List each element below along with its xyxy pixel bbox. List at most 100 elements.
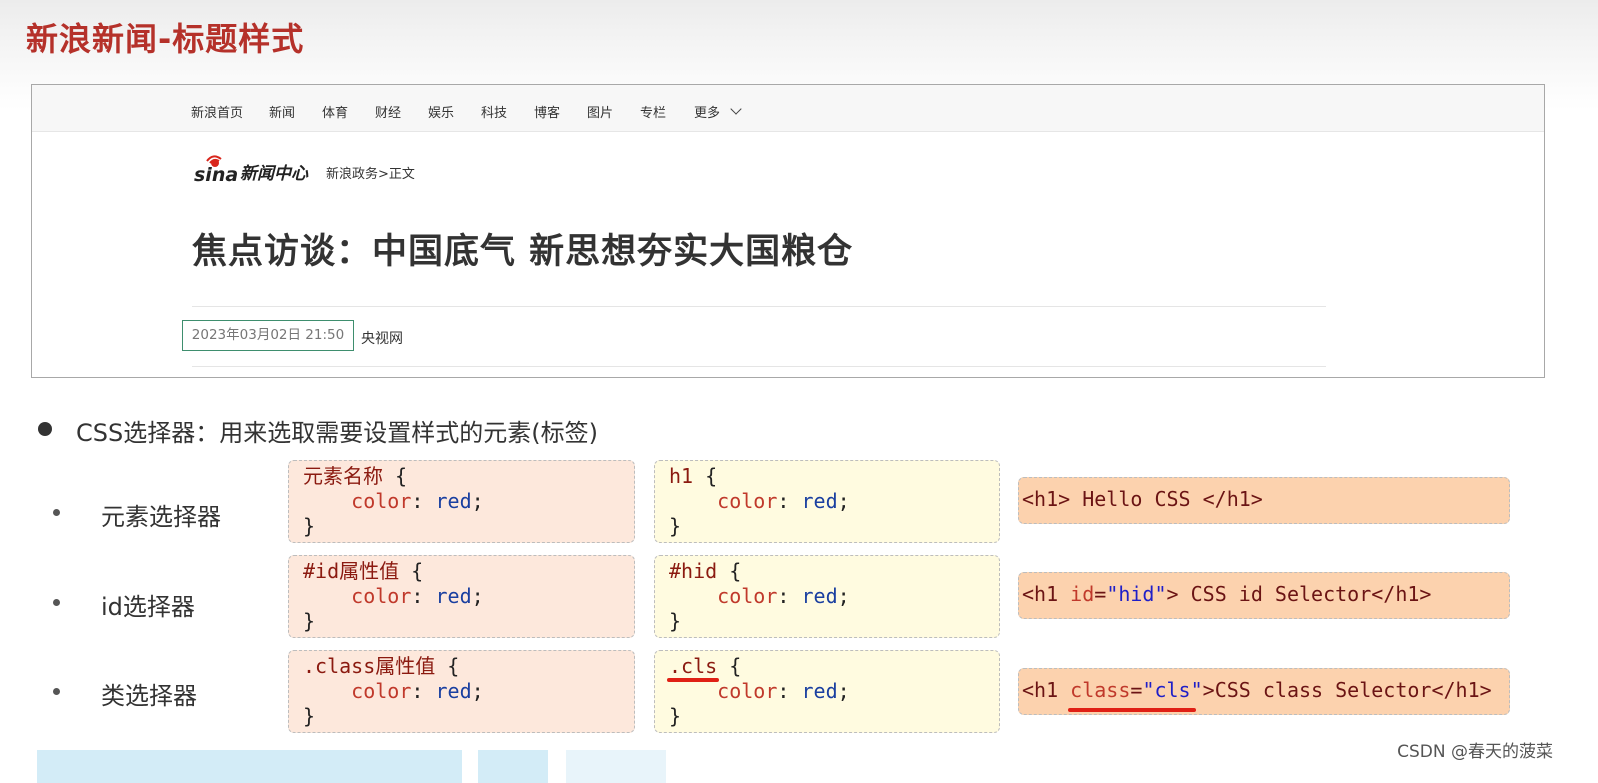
code-semicolon: ; — [471, 489, 484, 513]
code-brace: } — [669, 609, 682, 633]
nav-item-more[interactable]: 更多 — [694, 102, 720, 121]
nav-item-pictures[interactable]: 图片 — [587, 102, 613, 121]
nav-item-news[interactable]: 新闻 — [269, 102, 295, 121]
code-colon: : — [411, 584, 436, 608]
code-value: red — [435, 489, 472, 513]
divider-top — [192, 306, 1326, 307]
breadcrumb-section[interactable]: 新浪政务 — [326, 167, 378, 182]
code-brace: { — [717, 559, 742, 583]
code-semicolon: ; — [837, 584, 850, 608]
code-selector: .cls — [669, 654, 718, 678]
code-selector: #hid — [669, 559, 718, 583]
code-property: color — [717, 679, 778, 703]
class-attr-underline — [1068, 708, 1196, 712]
bullet-dot-icon — [53, 688, 60, 695]
code-property: color — [351, 679, 412, 703]
nav-item-entertainment[interactable]: 娱乐 — [428, 102, 454, 121]
code-brace: { — [693, 464, 718, 488]
html-text: CSS id Selector — [1178, 582, 1372, 606]
code-value: red — [435, 679, 472, 703]
nav-item-columns[interactable]: 专栏 — [640, 102, 666, 121]
code-property: color — [351, 489, 412, 513]
nav-item-home[interactable]: 新浪首页 — [191, 102, 243, 121]
browser-screenshot: 新浪首页 新闻 体育 财经 娱乐 科技 博客 图片 专栏 更多 sina 新闻中… — [31, 84, 1545, 378]
html-open-tag: <h1> — [1022, 487, 1071, 511]
html-tag-end: > — [1202, 678, 1215, 702]
chevron-down-icon[interactable] — [730, 103, 742, 115]
bottom-image-strip — [37, 750, 462, 783]
code-semicolon: ; — [837, 679, 850, 703]
code-value: red — [801, 679, 838, 703]
cls-selector-underline — [667, 678, 719, 682]
code-brace: { — [435, 654, 460, 678]
html-open-tag: <h1 — [1022, 582, 1071, 606]
code-property: color — [717, 584, 778, 608]
example-box-id: #hid { color: red; } — [654, 555, 1000, 638]
row-label-id: id选择器 — [101, 593, 195, 621]
nav-item-tech[interactable]: 科技 — [481, 102, 507, 121]
html-attr-value: "cls" — [1142, 678, 1203, 702]
example-box-element: h1 { color: red; } — [654, 460, 1000, 543]
bullet-icon — [38, 422, 52, 436]
html-attr-value: "hid" — [1106, 582, 1167, 606]
html-tag-end: > — [1166, 582, 1179, 606]
breadcrumb-current[interactable]: 正文 — [389, 167, 415, 182]
html-close-tag: </h1> — [1371, 582, 1432, 606]
html-close-tag: </h1> — [1431, 678, 1492, 702]
sina-logo[interactable]: sina — [193, 151, 239, 185]
syntax-box-element: 元素名称 { color: red; } — [288, 460, 635, 543]
syntax-box-class: .class属性值 { color: red; } — [288, 650, 635, 733]
code-colon: : — [411, 489, 436, 513]
divider-bottom — [192, 366, 1326, 367]
svg-text:sina: sina — [194, 164, 238, 185]
html-box-id: <h1 id="hid"> CSS id Selector</h1> — [1018, 572, 1510, 619]
code-brace: { — [399, 559, 424, 583]
code-selector: 元素名称 — [303, 464, 383, 488]
publish-date: 2023年03月02日 21:50 — [182, 320, 354, 351]
nav-item-finance[interactable]: 财经 — [375, 102, 401, 121]
html-text: Hello CSS — [1070, 487, 1203, 511]
row-label-class: 类选择器 — [101, 682, 197, 710]
code-brace: } — [669, 704, 682, 728]
css-selector-intro: CSS选择器：用来选取需要设置样式的元素(标签) — [76, 419, 598, 447]
nav-item-sports[interactable]: 体育 — [322, 102, 348, 121]
slide-title: 新浪新闻-标题样式 — [26, 20, 305, 58]
code-brace: { — [717, 654, 742, 678]
code-brace: } — [303, 609, 316, 633]
article-source[interactable]: 央视网 — [361, 328, 403, 348]
code-property: color — [717, 489, 778, 513]
html-equals: = — [1130, 678, 1143, 702]
code-brace: { — [383, 464, 408, 488]
code-brace: } — [669, 514, 682, 538]
code-property: color — [351, 584, 412, 608]
code-value: red — [435, 584, 472, 608]
html-text: CSS class Selector — [1214, 678, 1432, 702]
html-equals: = — [1094, 582, 1107, 606]
code-semicolon: ; — [471, 584, 484, 608]
bullet-dot-icon — [53, 509, 60, 516]
breadcrumb-separator: > — [378, 167, 389, 182]
code-semicolon: ; — [837, 489, 850, 513]
code-colon: : — [411, 679, 436, 703]
csdn-watermark: CSDN @春天的菠菜 — [1397, 742, 1553, 762]
code-colon: : — [777, 584, 802, 608]
code-brace: } — [303, 514, 316, 538]
example-box-class: .cls { color: red; } — [654, 650, 1000, 733]
code-value: red — [801, 584, 838, 608]
html-attribute: id — [1070, 582, 1095, 606]
code-brace: } — [303, 704, 316, 728]
nav-item-blog[interactable]: 博客 — [534, 102, 560, 121]
html-close-tag: </h1> — [1202, 487, 1263, 511]
article-headline: 焦点访谈：中国底气 新思想夯实大国粮仓 — [192, 232, 854, 272]
code-colon: : — [777, 679, 802, 703]
code-selector: .class属性值 — [303, 654, 436, 678]
news-center-label: 新闻中心 — [240, 164, 308, 184]
bottom-image-strip — [566, 750, 666, 783]
code-semicolon: ; — [471, 679, 484, 703]
code-value: red — [801, 489, 838, 513]
row-label-element: 元素选择器 — [101, 503, 221, 531]
top-nav: 新浪首页 新闻 体育 财经 娱乐 科技 博客 图片 专栏 更多 — [32, 85, 1544, 132]
code-selector: h1 — [669, 464, 694, 488]
breadcrumb: 新浪政务>正文 — [326, 163, 415, 182]
bottom-image-strip — [478, 750, 548, 783]
